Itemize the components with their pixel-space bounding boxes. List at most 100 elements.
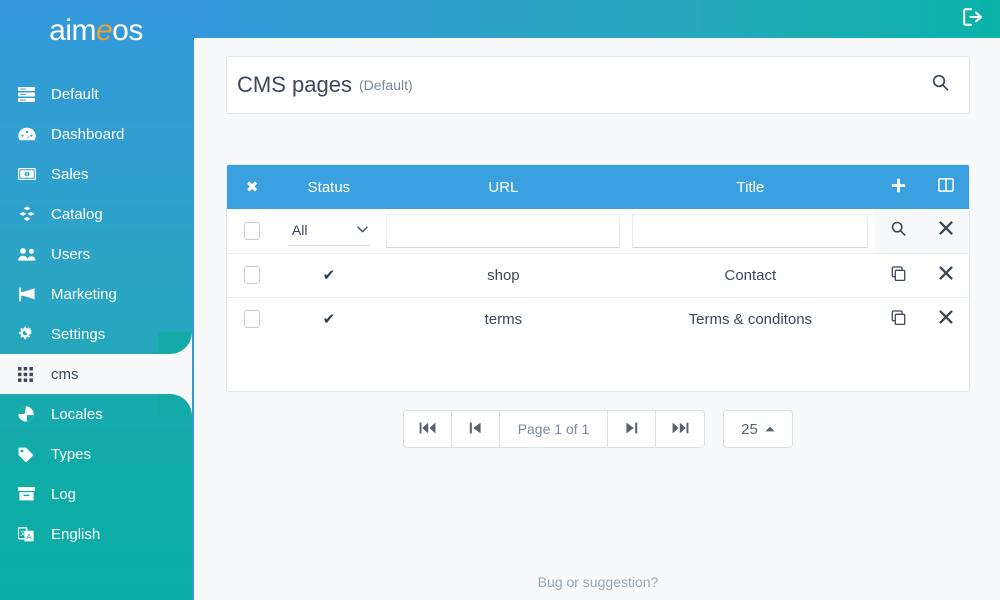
row-select-cell	[227, 296, 278, 341]
caret-up-icon	[765, 424, 775, 435]
users-icon	[18, 245, 42, 263]
table-head: ✖ Status URL Title	[227, 165, 969, 209]
tag-icon	[18, 445, 42, 463]
cms-list-card: ✖ Status URL Title All ✔ shop Contact ✔ …	[226, 164, 970, 392]
row-url-cell: terms	[380, 296, 627, 341]
sidebar-item-label: Catalog	[51, 205, 103, 223]
sidebar-item-cms[interactable]: cms	[0, 332, 192, 416]
row-title-cell: Contact	[626, 252, 875, 297]
row-title-cell: Terms & conditons	[626, 296, 875, 341]
table-body: All ✔ shop Contact ✔ terms Terms & condi…	[227, 209, 969, 341]
sidebar-item-types[interactable]: Types	[0, 434, 192, 474]
app-logo[interactable]: aimeos	[0, 0, 192, 70]
logout-button[interactable]	[960, 6, 986, 32]
sidebar-item-catalog[interactable]: Catalog	[0, 194, 192, 234]
pagination: Page 1 of 1 25	[226, 410, 970, 448]
row-select-cell	[227, 252, 278, 297]
grid-icon	[18, 365, 42, 383]
page-size-select[interactable]: 25	[723, 410, 793, 448]
pagination-first-button[interactable]	[404, 411, 452, 447]
url-filter-input[interactable]	[386, 213, 621, 248]
pagination-last-button[interactable]	[656, 411, 704, 447]
close-icon	[939, 221, 953, 240]
table-row[interactable]: ✔ terms Terms & conditons	[227, 296, 969, 341]
row-url-cell: shop	[380, 252, 627, 297]
bug-or-suggestion-link[interactable]: Bug or suggestion?	[194, 574, 1000, 590]
table-row[interactable]: ✔ shop Contact	[227, 252, 969, 297]
topbar	[192, 0, 1000, 38]
filter-url-cell	[380, 209, 627, 253]
filter-clear-button[interactable]	[934, 219, 958, 243]
sidebar-item-label: Users	[51, 245, 91, 263]
step-backward-icon	[469, 421, 482, 437]
sidebar-item-label: Types	[51, 445, 92, 463]
row-copy-cell	[874, 296, 923, 341]
header-title[interactable]: Title	[626, 165, 875, 209]
copy-icon	[891, 265, 906, 285]
pagination-page-label: Page 1 of 1	[500, 411, 608, 447]
pagination-buttons: Page 1 of 1	[403, 410, 705, 448]
header-search-button[interactable]	[927, 72, 953, 98]
cubes-icon	[18, 205, 42, 223]
header-url[interactable]: URL	[380, 165, 627, 209]
columns-icon	[938, 178, 954, 192]
search-icon	[891, 221, 906, 241]
cms-pages-table: ✖ Status URL Title All ✔ shop Contact ✔ …	[227, 165, 969, 341]
sidebar-item-label: Sales	[51, 165, 89, 183]
close-icon	[939, 266, 953, 284]
svg-text:A: A	[26, 532, 31, 541]
toggle-columns-button[interactable]	[922, 165, 969, 209]
row-checkbox[interactable]	[244, 266, 261, 285]
duplicate-row-button[interactable]	[887, 307, 911, 331]
filter-select-cell	[227, 209, 278, 253]
sidebar-item-default[interactable]: Default	[0, 74, 192, 114]
sidebar-item-users[interactable]: Users	[0, 234, 192, 274]
sidebar-item-marketing[interactable]: Marketing	[0, 274, 192, 314]
search-icon	[932, 74, 949, 96]
globe-icon	[18, 405, 42, 423]
row-copy-cell	[874, 252, 923, 297]
app-root: aimeos Default Dashboard Sales Catalog U…	[0, 0, 1000, 600]
sidebar-item-settings[interactable]: Settings	[0, 314, 192, 354]
header-select-all[interactable]: ✖	[227, 165, 278, 209]
pagination-next-button[interactable]	[608, 411, 656, 447]
sidebar-item-locales[interactable]: Locales	[0, 394, 192, 434]
row-delete-cell	[922, 252, 969, 297]
sidebar-item-english[interactable]: 文A English	[0, 514, 192, 554]
filter-title-cell	[626, 209, 875, 253]
sidebar-item-dashboard[interactable]: Dashboard	[0, 114, 192, 154]
title-filter-input[interactable]	[632, 213, 869, 248]
gauge-icon	[18, 125, 42, 143]
logo-text: aimeos	[49, 14, 143, 48]
row-checkbox[interactable]	[244, 310, 261, 329]
page-title: CMS pages	[237, 72, 352, 97]
sidebar-item-label: English	[51, 525, 101, 543]
add-page-button[interactable]	[874, 165, 923, 209]
filter-search-button[interactable]	[887, 219, 911, 243]
bullhorn-icon	[18, 285, 42, 303]
copy-icon	[891, 310, 906, 329]
duplicate-row-button[interactable]	[887, 263, 911, 287]
main-content: CMS pages (Default) ✖ Status URL Title A…	[192, 38, 1000, 600]
sidebar: aimeos Default Dashboard Sales Catalog U…	[0, 0, 192, 600]
sidebar-item-label: Dashboard	[51, 125, 125, 143]
delete-row-button[interactable]	[934, 307, 958, 331]
sign-out-icon	[963, 7, 983, 31]
filter-status-cell: All	[277, 209, 381, 253]
delete-row-button[interactable]	[934, 263, 958, 287]
pagination-prev-button[interactable]	[452, 411, 500, 447]
sidebar-item-log[interactable]: Log	[0, 474, 192, 514]
status-filter-value: All	[291, 222, 308, 239]
select-all-checkbox[interactable]	[244, 221, 261, 240]
filter-search-cell	[874, 209, 923, 253]
sidebar-item-sales[interactable]: Sales	[0, 154, 192, 194]
filter-clear-cell	[922, 209, 969, 253]
step-backward-fast-icon	[419, 421, 436, 437]
header-status[interactable]: Status	[277, 165, 381, 209]
table-filter-row: All	[227, 209, 969, 253]
page-size-value: 25	[741, 420, 758, 438]
sidebar-item-label: Marketing	[51, 285, 117, 303]
status-filter-select[interactable]: All	[287, 215, 370, 246]
table-header-row: ✖ Status URL Title	[227, 165, 969, 209]
step-forward-icon	[625, 421, 638, 437]
